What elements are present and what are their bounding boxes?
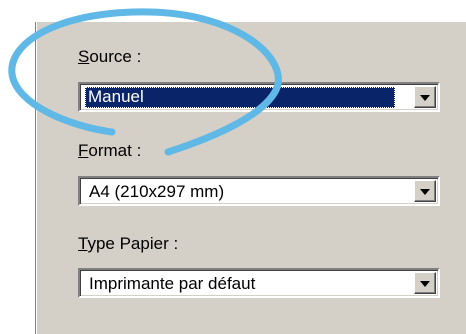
chevron-down-icon: [420, 189, 430, 195]
format-dropdown-button[interactable]: [414, 180, 436, 202]
source-dropdown-button[interactable]: [414, 86, 436, 108]
format-dropdown[interactable]: A4 (210x297 mm): [78, 176, 440, 206]
format-label-text: ormat :: [88, 141, 142, 160]
paper-type-dropdown-value: Imprimante par défaut: [89, 274, 256, 293]
paper-type-dropdown-button[interactable]: [414, 272, 436, 294]
chevron-down-icon: [420, 281, 430, 287]
format-dropdown-value: A4 (210x297 mm): [89, 182, 225, 201]
format-label-accelerator: F: [78, 141, 89, 160]
paper-type-dropdown[interactable]: Imprimante par défaut: [78, 268, 440, 298]
source-dropdown[interactable]: Manuel: [78, 82, 440, 112]
paper-type-label-text: ype Papier :: [87, 234, 179, 253]
source-label: Source :: [78, 47, 141, 67]
source-label-accelerator: S: [78, 47, 90, 66]
format-label: Format :: [78, 141, 141, 161]
paper-type-label: Type Papier :: [78, 234, 178, 254]
source-dropdown-value: Manuel: [85, 87, 395, 108]
source-label-text: ource :: [89, 47, 142, 66]
chevron-down-icon: [420, 95, 430, 101]
